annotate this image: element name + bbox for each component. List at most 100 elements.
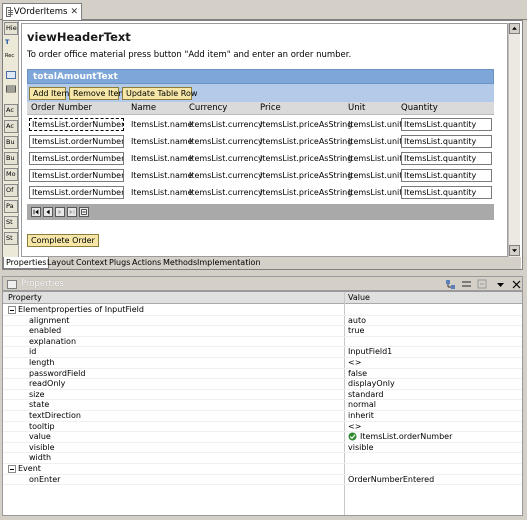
property-group-row[interactable]: Elementproperties of InputField	[3, 305, 522, 316]
palette-item-of[interactable]: Of	[4, 184, 18, 197]
column-header-name[interactable]: Name	[131, 103, 156, 113]
property-row[interactable]: width	[3, 453, 522, 464]
palette-item-ac1[interactable]: Ac	[4, 104, 18, 117]
value-column-header[interactable]: Value	[348, 293, 370, 302]
palette-item-mo[interactable]: Mo	[4, 168, 18, 181]
last-page-icon[interactable]	[67, 207, 77, 217]
order-number-input[interactable]: ItemsList.orderNumber	[29, 186, 124, 199]
palette-item-text[interactable]: T	[4, 37, 18, 50]
tab-methods[interactable]: Methods	[161, 257, 199, 269]
next-page-icon[interactable]	[55, 207, 65, 217]
property-row[interactable]: value ItemsList.orderNumber	[3, 432, 522, 443]
palette-item-ac2[interactable]: Ac	[4, 120, 18, 133]
table-icon[interactable]	[6, 85, 16, 93]
property-row[interactable]: tooltip <>	[3, 422, 522, 433]
property-value[interactable]: auto	[348, 316, 366, 326]
palette-item-rec[interactable]: Rec	[4, 51, 18, 64]
property-row[interactable]: onEnter OrderNumberEntered	[3, 475, 522, 486]
tab-plugs[interactable]: Plugs	[107, 257, 132, 269]
order-number-input[interactable]: ItemsList.orderNumber	[29, 135, 124, 148]
property-row[interactable]: textDirection inherit	[3, 411, 522, 422]
tab-implementation[interactable]: Implementation	[195, 257, 263, 269]
palette-item-st2[interactable]: St	[4, 232, 18, 245]
restore-default-icon[interactable]	[477, 279, 488, 290]
property-row[interactable]: length <>	[3, 358, 522, 369]
categories-icon[interactable]	[445, 279, 456, 290]
editor-tab-strip: VOrderItems ✕	[0, 0, 527, 20]
first-page-icon[interactable]	[31, 207, 41, 217]
update-table-row-button[interactable]: Update Table Row	[122, 87, 197, 100]
property-value[interactable]: standard	[348, 390, 383, 400]
previous-page-icon[interactable]	[43, 207, 53, 217]
property-row[interactable]: alignment auto	[3, 316, 522, 327]
tab-properties[interactable]: Properties	[3, 257, 50, 269]
property-group-row[interactable]: Event	[3, 464, 522, 475]
column-header-quantity[interactable]: Quantity	[401, 103, 438, 113]
property-row[interactable]: enabled true	[3, 326, 522, 337]
page-list-icon[interactable]	[79, 207, 89, 217]
property-row[interactable]: size standard	[3, 390, 522, 401]
remove-item-button[interactable]: Remove Item	[69, 87, 126, 100]
column-header-unit[interactable]: Unit	[348, 103, 365, 113]
editor-tab[interactable]: VOrderItems ✕	[2, 3, 82, 20]
column-header-price[interactable]: Price	[260, 103, 281, 113]
property-row[interactable]: visible visible	[3, 443, 522, 454]
table-row[interactable]: ItemsList.orderNumber ItemsList.name Ite…	[27, 185, 494, 202]
view-header-text[interactable]: viewHeaderText	[27, 30, 131, 44]
quantity-input[interactable]: ItemsList.quantity	[401, 118, 492, 131]
quantity-input[interactable]: ItemsList.quantity	[401, 152, 492, 165]
tab-actions[interactable]: Actions	[130, 257, 163, 269]
property-row[interactable]: explanation	[3, 337, 522, 348]
property-row[interactable]: id InputField1	[3, 347, 522, 358]
scroll-down-icon[interactable]	[509, 245, 520, 256]
tab-layout[interactable]: Layout	[45, 257, 76, 269]
table-row[interactable]: ItemsList.orderNumber ItemsList.name Ite…	[27, 151, 494, 168]
property-value[interactable]: visible	[348, 443, 374, 453]
close-icon[interactable]	[511, 279, 522, 290]
canvas-scrollbar[interactable]	[508, 23, 520, 257]
column-header-order-number[interactable]: Order Number	[31, 103, 92, 113]
filter-icon[interactable]	[461, 279, 472, 290]
property-name: length	[29, 358, 55, 367]
property-value[interactable]: inherit	[348, 411, 374, 421]
view-description[interactable]: To order office material press button "A…	[27, 50, 351, 60]
palette-item-bu1[interactable]: Bu	[4, 136, 18, 149]
quantity-input[interactable]: ItemsList.quantity	[401, 186, 492, 199]
property-value[interactable]: ItemsList.orderNumber	[360, 432, 452, 442]
property-value[interactable]: <>	[348, 358, 361, 368]
complete-order-button[interactable]: Complete Order	[27, 234, 99, 247]
property-value[interactable]: normal	[348, 400, 376, 410]
property-column-header[interactable]: Property	[8, 293, 42, 302]
table-title[interactable]: totalAmountText	[27, 69, 494, 84]
palette-item-bu2[interactable]: Bu	[4, 152, 18, 165]
property-value[interactable]: displayOnly	[348, 379, 395, 389]
close-icon[interactable]: ✕	[70, 7, 78, 17]
palette-item-st1[interactable]: St	[4, 216, 18, 229]
property-value[interactable]: InputField1	[348, 347, 392, 357]
property-row[interactable]: readOnly displayOnly	[3, 379, 522, 390]
palette-item-hierarchy[interactable]: Hie	[4, 22, 18, 35]
property-value[interactable]: <>	[348, 422, 361, 432]
collapse-icon[interactable]	[8, 306, 16, 314]
table-row[interactable]: ItemsList.orderNumber ItemsList.name Ite…	[27, 117, 494, 134]
quantity-input[interactable]: ItemsList.quantity	[401, 135, 492, 148]
property-value[interactable]: false	[348, 369, 367, 379]
property-value[interactable]: true	[348, 326, 364, 336]
table-row[interactable]: ItemsList.orderNumber ItemsList.name Ite…	[27, 168, 494, 185]
column-header-currency[interactable]: Currency	[189, 103, 227, 113]
order-number-input[interactable]: ItemsList.orderNumber	[28, 117, 125, 132]
property-row[interactable]: state normal	[3, 400, 522, 411]
property-value[interactable]: OrderNumberEntered	[348, 475, 434, 485]
order-number-input[interactable]: ItemsList.orderNumber	[29, 152, 124, 165]
palette-item-pa[interactable]: Pa	[4, 200, 18, 213]
order-number-input[interactable]: ItemsList.orderNumber	[29, 169, 124, 182]
input-field-icon[interactable]	[6, 71, 16, 79]
add-item-button[interactable]: Add Item	[29, 87, 69, 100]
collapse-icon[interactable]	[8, 465, 16, 473]
property-row[interactable]: passwordField false	[3, 369, 522, 380]
quantity-input[interactable]: ItemsList.quantity	[401, 169, 492, 182]
tab-context[interactable]: Context	[74, 257, 109, 269]
table-row[interactable]: ItemsList.orderNumber ItemsList.name Ite…	[27, 134, 494, 151]
scroll-up-icon[interactable]	[509, 23, 520, 34]
view-menu-icon[interactable]	[495, 279, 506, 290]
